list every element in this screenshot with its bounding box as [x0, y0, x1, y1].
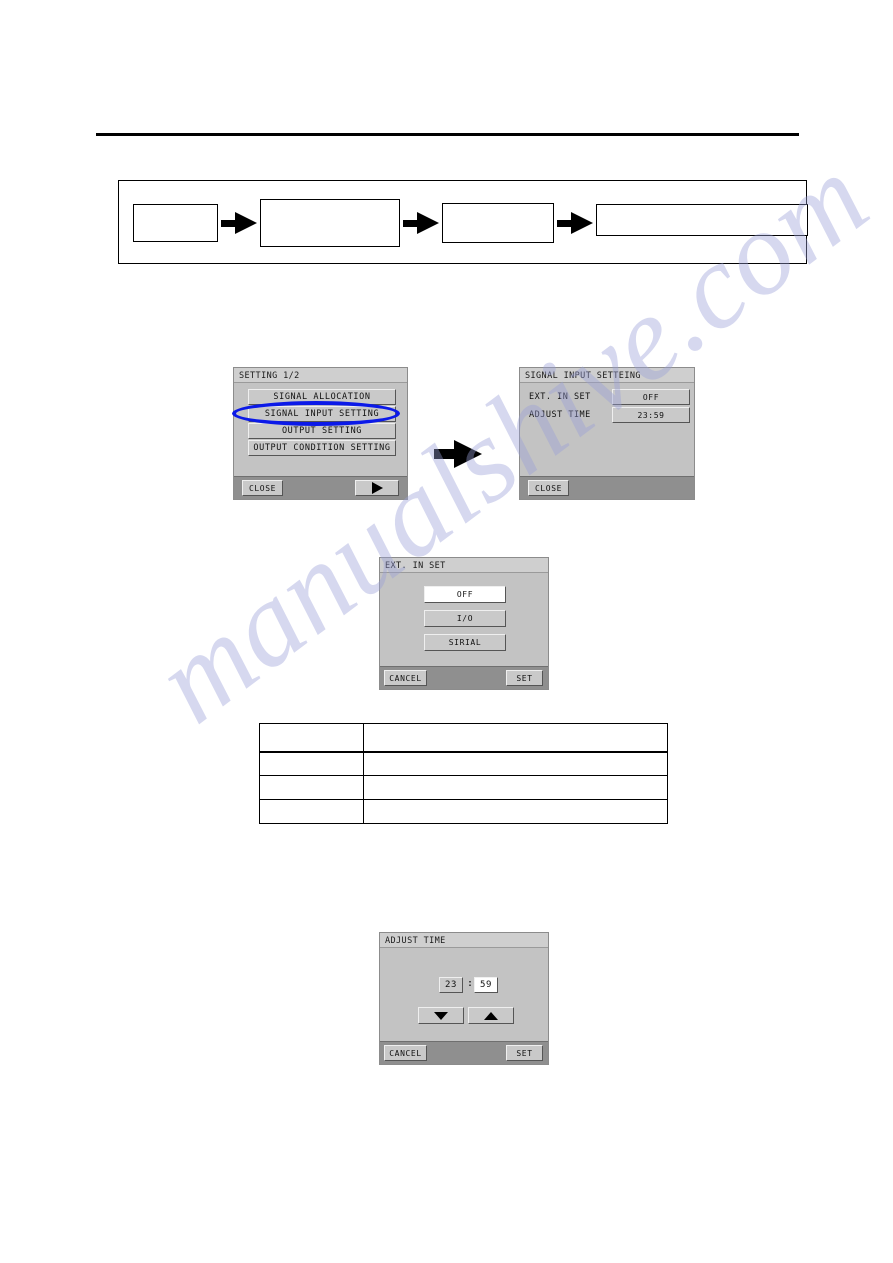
- triangle-down-icon: [434, 1011, 448, 1020]
- screen-setting-menu: SETTING 1/2 SIGNAL ALLOCATION SIGNAL INP…: [233, 367, 408, 500]
- screen-title: SETTING 1/2: [234, 368, 407, 383]
- table-cell: [362, 751, 669, 776]
- table-cell: [259, 751, 364, 776]
- arrow-right-icon: [434, 440, 492, 468]
- flow-step-2: [259, 199, 400, 247]
- arrow-right-icon: [554, 212, 596, 234]
- row-label-adjust-time: ADJUST TIME: [529, 410, 591, 420]
- table-cell: [362, 723, 669, 753]
- increment-button[interactable]: [468, 1007, 514, 1024]
- cancel-button[interactable]: CANCEL: [384, 1045, 427, 1061]
- screen-signal-input-setting: SIGNAL INPUT SETTEING EXT. IN SET OFF AD…: [519, 367, 695, 500]
- time-separator: :: [467, 978, 474, 989]
- table-row: [259, 751, 669, 776]
- table-cell: [259, 775, 364, 800]
- option-sirial[interactable]: SIRIAL: [424, 634, 506, 651]
- dialog-footer: CANCEL SET: [380, 666, 548, 689]
- table-cell: [259, 799, 364, 824]
- table-cell: [259, 723, 364, 753]
- row-value-adjust-time[interactable]: 23:59: [612, 407, 690, 423]
- triangle-up-icon: [484, 1011, 498, 1020]
- option-io[interactable]: I/O: [424, 610, 506, 627]
- settings-description-table: [259, 723, 669, 824]
- arrow-right-icon: [400, 212, 442, 234]
- arrow-right-icon: [218, 212, 260, 234]
- table-cell: [362, 775, 669, 800]
- triangle-right-icon: [371, 482, 383, 494]
- screen-footer: CLOSE: [234, 476, 407, 499]
- option-off[interactable]: OFF: [424, 586, 506, 603]
- close-button[interactable]: CLOSE: [528, 480, 569, 496]
- menu-item-signal-input-setting[interactable]: SIGNAL INPUT SETTING: [248, 406, 396, 422]
- header-divider: [96, 133, 799, 136]
- dialog-footer: CANCEL SET: [380, 1041, 548, 1064]
- dialog-title: ADJUST TIME: [380, 933, 548, 948]
- flow-step-4: [596, 204, 808, 236]
- screen-footer: CLOSE: [520, 476, 694, 499]
- set-button[interactable]: SET: [506, 1045, 543, 1061]
- flow-step-3: [441, 203, 555, 243]
- hour-field[interactable]: 23: [439, 977, 463, 993]
- next-page-button[interactable]: [355, 480, 399, 496]
- flow-step-1: [133, 204, 218, 242]
- close-button[interactable]: CLOSE: [242, 480, 283, 496]
- table-cell: [362, 799, 669, 824]
- decrement-button[interactable]: [418, 1007, 464, 1024]
- cancel-button[interactable]: CANCEL: [384, 670, 427, 686]
- table-row: [259, 723, 669, 753]
- row-value-ext-in-set[interactable]: OFF: [612, 389, 690, 405]
- menu-item-output-setting[interactable]: OUTPUT SETTING: [248, 423, 396, 439]
- table-row: [259, 799, 669, 824]
- dialog-adjust-time: ADJUST TIME 23 : 59 CANCEL SET: [379, 932, 549, 1065]
- menu-item-output-condition-setting[interactable]: OUTPUT CONDITION SETTING: [248, 440, 396, 456]
- menu-navigation-flow: [118, 180, 808, 264]
- menu-item-signal-allocation[interactable]: SIGNAL ALLOCATION: [248, 389, 396, 405]
- dialog-ext-in-set: EXT. IN SET OFF I/O SIRIAL CANCEL SET: [379, 557, 549, 690]
- dialog-title: EXT. IN SET: [380, 558, 548, 573]
- table-row: [259, 775, 669, 800]
- screen-title: SIGNAL INPUT SETTEING: [520, 368, 694, 383]
- set-button[interactable]: SET: [506, 670, 543, 686]
- minute-field[interactable]: 59: [474, 977, 498, 993]
- row-label-ext-in-set: EXT. IN SET: [529, 392, 591, 402]
